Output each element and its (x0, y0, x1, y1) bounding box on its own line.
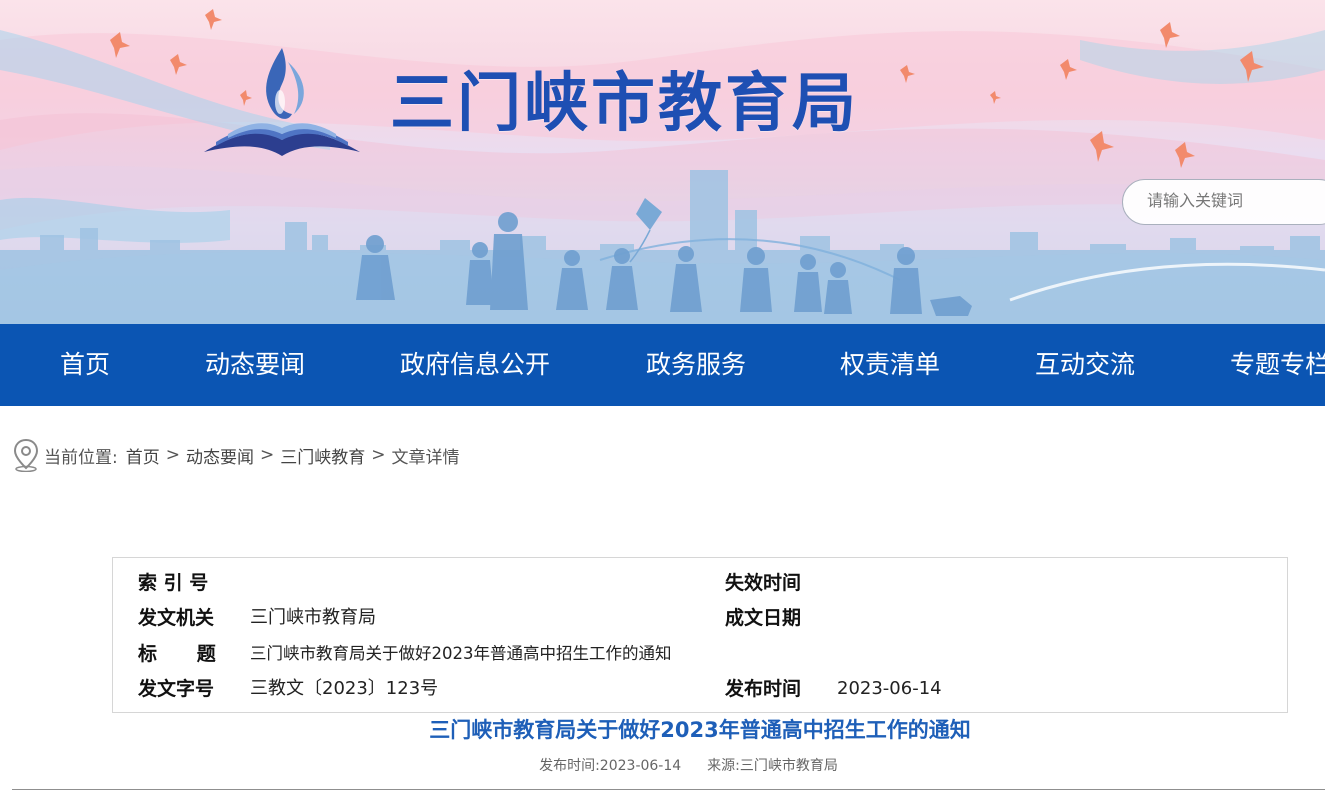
nav-item-home[interactable]: 首页 (60, 324, 110, 406)
nav-item-news[interactable]: 动态要闻 (205, 324, 305, 406)
article-publish-time: 发布时间:2023-06-14 (539, 758, 682, 774)
logo-emblem (204, 48, 360, 156)
title-value: 三门峡市教育局关于做好2023年普通高中招生工作的通知 (250, 644, 672, 663)
publish-time-label: 发布时间 (725, 678, 802, 700)
breadcrumb-link-education[interactable]: 三门峡教育 (280, 443, 365, 468)
nav-item-interaction[interactable]: 互动交流 (1035, 324, 1135, 406)
search-input[interactable] (1147, 180, 1325, 224)
issuer-label: 发文机关 (138, 607, 215, 629)
expire-label: 失效时间 (725, 572, 802, 594)
breadcrumb-prefix: 当前位置: (44, 447, 118, 468)
article-source: 来源:三门峡市教育局 (707, 758, 838, 774)
breadcrumb: 当前位置: 首页 > 动态要闻 > 三门峡教育 > 文章详情 (12, 438, 459, 472)
nav-item-special[interactable]: 专题专栏 (1230, 324, 1325, 406)
publish-time-value: 2023-06-14 (837, 678, 942, 699)
nav-item-services[interactable]: 政务服务 (646, 324, 746, 406)
nav-item-gov-info[interactable]: 政府信息公开 (400, 324, 550, 406)
article-divider (12, 789, 1325, 790)
breadcrumb-current: 文章详情 (391, 447, 460, 468)
article-title: 三门峡市教育局关于做好2023年普通高中招生工作的通知 (429, 718, 971, 742)
breadcrumb-separator: > (165, 445, 180, 465)
breadcrumb-link-news[interactable]: 动态要闻 (186, 443, 254, 468)
article-meta: 发布时间:2023-06-14 来源:三门峡市教育局 (0, 754, 1325, 778)
search-box[interactable] (1122, 179, 1325, 225)
main-nav: 首页 动态要闻 政府信息公开 政务服务 权责清单 互动交流 专题专栏 (0, 324, 1325, 406)
nav-item-power-list[interactable]: 权责清单 (840, 324, 940, 406)
doc-number-value: 三教文〔2023〕123号 (250, 678, 439, 699)
title-label: 标 题 (138, 643, 216, 665)
site-title: 三门峡市教育局 (390, 67, 859, 141)
issuer-value: 三门峡市教育局 (250, 607, 376, 628)
breadcrumb-link-home[interactable]: 首页 (126, 443, 160, 468)
document-info-table: 索 引 号 失效时间 发文机关 三门峡市教育局 成文日期 标 题 三门峡市教育局… (112, 557, 1288, 713)
written-date-label: 成文日期 (725, 607, 802, 629)
doc-number-label: 发文字号 (138, 678, 215, 700)
location-pin-icon (13, 438, 39, 472)
breadcrumb-separator: > (259, 445, 275, 465)
index-label: 索 引 号 (138, 572, 209, 594)
header-banner: 三门峡市教育局 (0, 0, 1325, 324)
breadcrumb-separator: > (371, 445, 386, 465)
